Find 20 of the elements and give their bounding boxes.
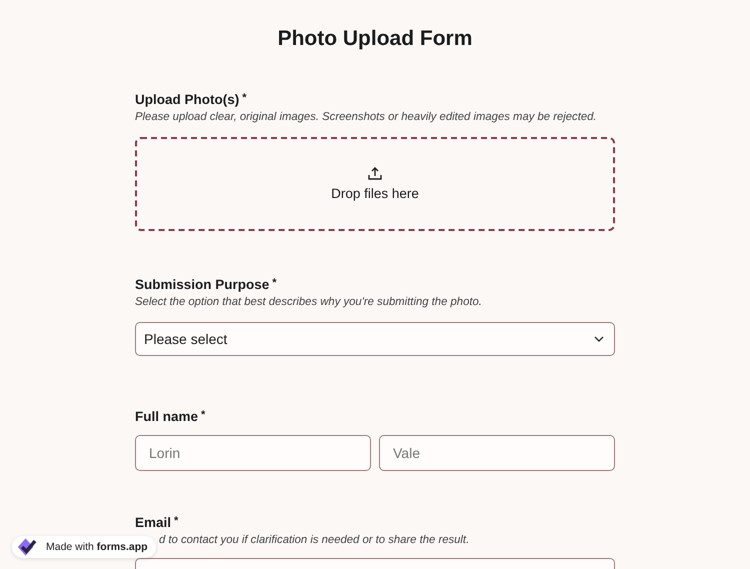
field-label: Email bbox=[135, 514, 172, 532]
name-field[interactable]: Vale bbox=[379, 435, 615, 471]
field-hint: d to contact you if clarification is needed or to share the result. bbox=[159, 534, 470, 546]
field-hint: Select the option that best describes why you're submitting the photo. bbox=[135, 295, 483, 310]
upload-icon bbox=[368, 167, 382, 180]
file-drop-zone[interactable]: Drop files here bbox=[135, 137, 615, 231]
required-mark: * bbox=[174, 514, 178, 528]
chevron-down-icon bbox=[594, 336, 604, 342]
made-with-badge[interactable]: Made with forms.app bbox=[12, 536, 156, 558]
purpose-dropdown[interactable]: Please select bbox=[135, 322, 615, 356]
drop-text: Drop files here bbox=[331, 186, 419, 201]
field-label: Submission Purpose bbox=[135, 276, 270, 294]
required-mark: * bbox=[201, 408, 206, 422]
required-mark: * bbox=[272, 276, 277, 290]
field-label: Full name bbox=[135, 408, 198, 426]
name-field[interactable]: Lorin bbox=[135, 435, 371, 471]
field-hint: Please upload clear, original images. Screenshots or heavily edited images may be rejected. bbox=[135, 110, 598, 125]
form-title: Photo Upload Form bbox=[276, 26, 474, 51]
field-label: Upload Photo(s) bbox=[135, 91, 240, 109]
required-mark: * bbox=[242, 91, 247, 105]
